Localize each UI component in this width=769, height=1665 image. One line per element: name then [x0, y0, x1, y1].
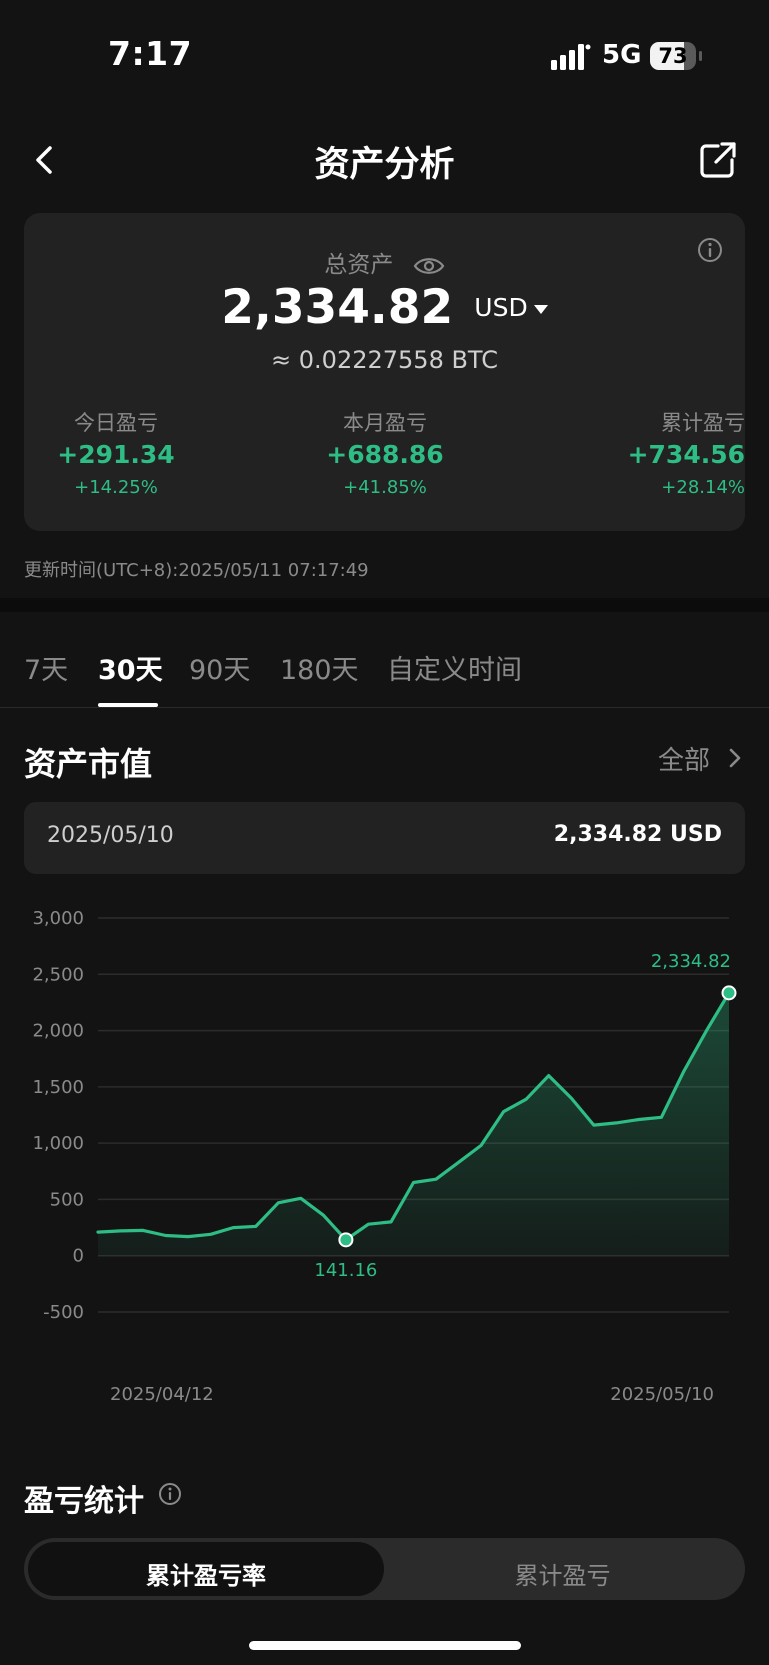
total-assets-label-row: 总资产: [0, 245, 769, 279]
total-assets-value: 2,334.82: [221, 280, 454, 335]
update-time: 更新时间(UTC+8):2025/05/11 07:17:49: [24, 560, 369, 581]
cumulative-pnl-value: +734.56: [627, 440, 745, 469]
month-pnl-value: +688.86: [326, 440, 444, 469]
section-divider: [0, 598, 769, 612]
pnl-stats-title: 盈亏统计: [24, 1484, 144, 1519]
home-indicator: [249, 1641, 521, 1650]
tabs-divider: [0, 707, 769, 708]
max-point-marker: [721, 985, 737, 1001]
total-assets-label: 总资产: [324, 252, 394, 278]
battery-level: 73: [658, 44, 688, 68]
caret-down-icon: [533, 304, 548, 314]
signal-icon: [551, 44, 591, 70]
currency-selector[interactable]: USD: [474, 293, 548, 322]
month-pnl-label: 本月盈亏: [343, 411, 427, 435]
y-tick-label: 2,000: [32, 1021, 84, 1042]
view-all-link[interactable]: 全部: [658, 740, 710, 777]
tab-custom-time[interactable]: 自定义时间: [387, 648, 522, 687]
info-icon[interactable]: [158, 1482, 182, 1506]
tab-90d[interactable]: 90天: [189, 648, 250, 687]
chevron-right-icon[interactable]: [727, 745, 743, 771]
currency-label: USD: [474, 293, 528, 322]
cumulative-pnl-pct: +28.14%: [661, 477, 745, 498]
battery-icon: 73: [650, 42, 702, 72]
share-icon[interactable]: [698, 140, 738, 180]
selected-date: 2025/05/10: [47, 823, 174, 848]
y-tick-label: -500: [43, 1302, 84, 1323]
x-tick-end: 2025/05/10: [610, 1384, 714, 1405]
y-tick-label: 0: [73, 1246, 84, 1267]
toggle-cumulative-rate[interactable]: 累计盈亏率: [28, 1556, 384, 1591]
month-pnl-pct: +41.85%: [343, 477, 427, 498]
chart-area-fill: [98, 992, 729, 1256]
y-tick-label: 1,500: [32, 1077, 84, 1098]
y-tick-label: 500: [50, 1189, 84, 1210]
today-pnl-label: 今日盈亏: [74, 411, 158, 435]
today-pnl-pct: +14.25%: [74, 477, 158, 498]
y-tick-label: 1,000: [32, 1133, 84, 1154]
btc-equivalent: ≈ 0.02227558 BTC: [271, 346, 498, 374]
max-value-label: 2,334.82: [651, 951, 731, 972]
min-point-marker: [338, 1232, 354, 1248]
x-tick-start: 2025/04/12: [110, 1384, 214, 1405]
y-tick-label: 2,500: [32, 964, 84, 985]
asset-value-chart[interactable]: 3,000 2,500 2,000 1,500 1,000 500 0 -500 2025/0…: [0, 880, 769, 1410]
today-pnl-value: +291.34: [57, 440, 175, 469]
y-tick-label: 3,000: [32, 908, 84, 929]
cumulative-pnl-label: 累计盈亏: [661, 411, 745, 435]
toggle-cumulative-pnl[interactable]: 累计盈亏: [384, 1556, 741, 1591]
tab-180d[interactable]: 180天: [280, 648, 359, 687]
tab-30d[interactable]: 30天: [98, 648, 163, 687]
tab-7d[interactable]: 7天: [24, 648, 68, 687]
page-title: 资产分析: [314, 145, 455, 185]
selected-value: 2,334.82 USD: [553, 822, 722, 847]
eye-icon[interactable]: [413, 255, 445, 277]
total-assets-row: 2,334.82 USD: [0, 280, 769, 335]
network-label: 5G: [602, 40, 642, 70]
market-value-title: 资产市值: [24, 745, 153, 783]
status-time: 7:17: [108, 34, 193, 73]
min-value-label: 141.16: [314, 1260, 377, 1281]
